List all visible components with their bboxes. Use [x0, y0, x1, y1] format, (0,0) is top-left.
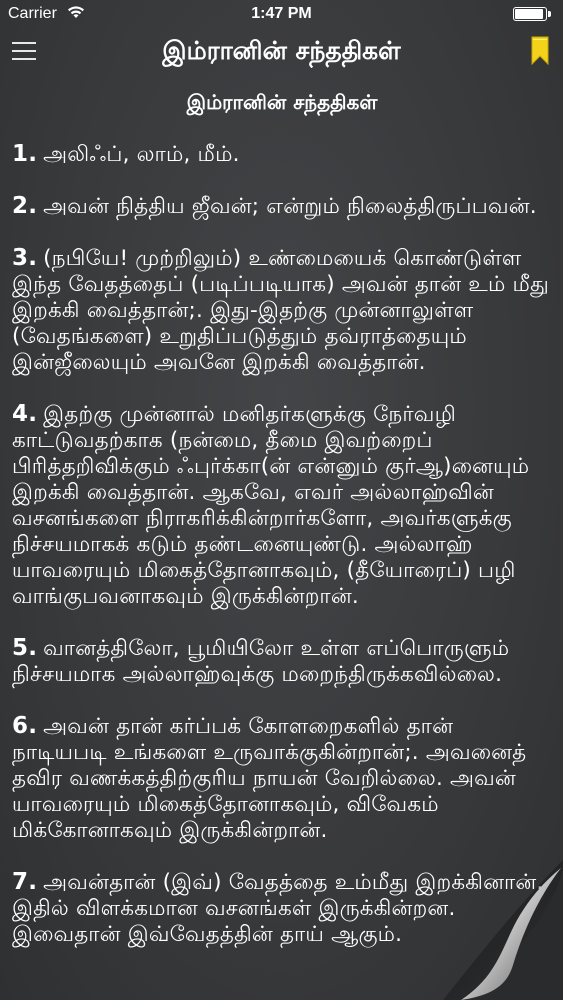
battery-icon	[513, 7, 553, 23]
verse-number: 6.	[12, 713, 38, 739]
verse-4: 4. இதற்கு முன்னால் மனிதர்களுக்கு நேர்வழி …	[12, 401, 552, 610]
verse-text: இதற்கு முன்னால் மனிதர்களுக்கு நேர்வழி கா…	[12, 402, 530, 609]
verse-text: அலிஃப், லாம், மீம்.	[43, 142, 240, 167]
verse-number: 3.	[12, 245, 38, 271]
status-bar: Carrier 1:47 PM	[0, 0, 563, 30]
page-title: இம்ரானின் சந்ததிகள்	[162, 36, 401, 65]
verse-text: அவன் நித்திய ஜீவன்; என்றும் நிலைத்திருப்…	[43, 194, 537, 219]
verse-2: 2. அவன் நித்திய ஜீவன்; என்றும் நிலைத்திரு…	[12, 193, 552, 220]
verse-5: 5. வானத்திலோ, பூமியிலோ உள்ள எப்பொருளும் ந…	[12, 635, 552, 688]
verse-3: 3. (நபியே! முற்றிலும்) உண்மையைக் கொண்டுள்…	[12, 245, 552, 376]
verse-number: 5.	[12, 635, 38, 661]
verse-text: அவன் தான் கர்ப்பக் கோளறைகளில் தான் நாடிய…	[12, 714, 527, 843]
verse-number: 1.	[12, 141, 38, 167]
verse-number: 7.	[12, 869, 38, 895]
navigation-bar: இம்ரானின் சந்ததிகள்	[0, 30, 563, 82]
verse-text: (நபியே! முற்றிலும்) உண்மையைக் கொண்டுள்ள …	[12, 246, 549, 375]
verse-text: வானத்திலோ, பூமியிலோ உள்ள எப்பொருளும் நிச…	[12, 636, 510, 687]
clock-time: 1:47 PM	[251, 5, 312, 22]
verse-6: 6. அவன் தான் கர்ப்பக் கோளறைகளில் தான் நாட…	[12, 713, 552, 844]
chapter-heading: இம்ரானின் சந்ததிகள்	[186, 90, 378, 114]
verse-number: 2.	[12, 193, 38, 219]
hamburger-menu-icon[interactable]	[12, 40, 38, 62]
bookmark-icon[interactable]	[531, 36, 549, 66]
page-curl-next-page[interactable]	[403, 840, 563, 1000]
verse-1: 1. அலிஃப், லாம், மீம்.	[12, 141, 552, 168]
verse-number: 4.	[12, 401, 38, 427]
